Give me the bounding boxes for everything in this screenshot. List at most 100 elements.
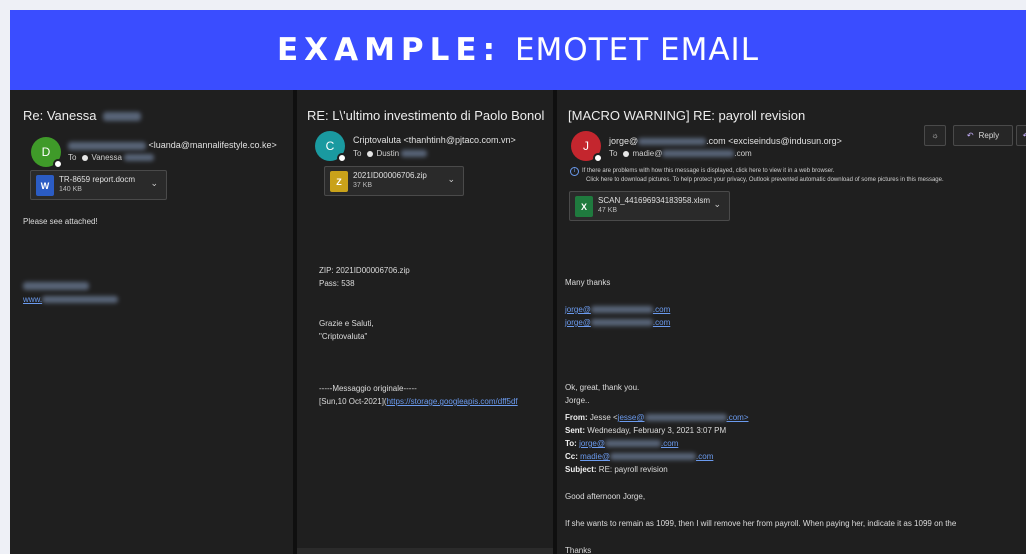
link-domain[interactable]: .com <box>653 318 670 327</box>
quoted-to-line: To: jorge@ .com <box>565 438 678 449</box>
info-line-2: Click here to download pictures. To help… <box>586 177 944 183</box>
info-icon: i <box>570 167 579 176</box>
cc-link[interactable]: madie@ <box>580 452 610 461</box>
info-bar[interactable]: i If there are problems with how this mes… <box>570 167 944 185</box>
sender-line[interactable]: Criptovaluta <thanhtinh@pjtaco.com.vn> <box>353 135 516 145</box>
redacted-text <box>638 138 707 146</box>
attachment-size: 140 KB <box>59 186 82 193</box>
original-message-header: -----Messaggio originale----- <box>319 384 417 393</box>
to-label: To: <box>565 439 577 448</box>
presence-dot-icon <box>623 150 630 157</box>
original-date: [Sun,10 Oct-2021]( <box>319 397 387 406</box>
redacted-text <box>103 112 142 122</box>
cc-label: Cc: <box>565 452 578 461</box>
attachment-name: TR-8659 report.docm <box>59 175 136 184</box>
banner-title-text: EMOTET EMAIL <box>514 32 759 68</box>
horizontal-scrollbar[interactable] <box>297 548 553 554</box>
word-docm-icon: W <box>36 175 54 196</box>
banner-title: EXAMPLE: EMOTET EMAIL <box>277 32 759 68</box>
recipient-name: madie@ <box>632 149 663 158</box>
redacted-text <box>23 281 89 290</box>
to-label: To <box>68 153 77 162</box>
link-user[interactable]: jorge@ <box>565 318 591 327</box>
redacted-text <box>42 296 119 304</box>
sent-label: Sent: <box>565 426 585 435</box>
redacted-text <box>124 154 155 162</box>
reply-label: Reply <box>978 131 1000 140</box>
sender-email: .com <exciseindus@indusun.org> <box>706 136 842 146</box>
sender-avatar[interactable]: C <box>315 131 347 163</box>
attachment-card[interactable]: Z 2021ID00006706.zip 37 KB ⌄ <box>324 166 464 196</box>
attachment-name: SCAN_441696934183958.xlsm <box>598 196 711 205</box>
reply-text: Ok, great, thank you. <box>565 383 640 392</box>
sender-avatar[interactable]: J <box>571 131 603 163</box>
sent-value: Wednesday, February 3, 2021 3:07 PM <box>587 426 727 435</box>
presence-dot-icon <box>367 150 374 157</box>
sender-line[interactable]: <luanda@mannalifestyle.co.ke> <box>68 140 277 150</box>
avatar-letter: J <box>583 139 589 153</box>
recipient-line: To madie@ .com <box>609 149 752 158</box>
body-text: If she wants to remain as 1099, then I w… <box>565 519 957 528</box>
presence-dot-icon <box>593 153 603 163</box>
quoted-subject-line: Subject: RE: payroll revision <box>565 464 668 475</box>
recipient-name: Vanessa <box>91 153 122 162</box>
attachment-name: 2021ID00006706.zip <box>353 171 427 180</box>
link-user[interactable]: jorge@ <box>565 305 591 314</box>
zip-name-text: ZIP: 2021ID00006706.zip <box>319 266 410 275</box>
signature-link-text[interactable]: www. <box>23 295 42 304</box>
subject-value: RE: payroll revision <box>598 465 668 474</box>
quoted-from-line: From: Jesse <jesse@ .com> <box>565 412 749 423</box>
to-domain[interactable]: .com <box>661 439 678 448</box>
info-line-1: If there are problems with how this mess… <box>582 168 835 174</box>
from-label: From: <box>565 413 588 422</box>
presence-dot-icon <box>82 154 89 161</box>
from-link[interactable]: jesse@ <box>618 413 645 422</box>
email-screenshots: Re: Vanessa D <luanda@mannalifestyle.co.… <box>10 90 1026 554</box>
signoff-text: "Criptovaluta" <box>319 332 368 341</box>
email-body-text: Please see attached! <box>23 217 98 226</box>
redacted-text <box>610 453 697 461</box>
email-subject: Re: Vanessa <box>23 108 142 123</box>
subject-label: Subject: <box>565 465 597 474</box>
redacted-text <box>401 150 428 158</box>
to-link[interactable]: jorge@ <box>579 439 605 448</box>
sender-line[interactable]: jorge@ .com <exciseindus@indusun.org> <box>609 136 842 146</box>
password-text: Pass: 538 <box>319 279 355 288</box>
presence-dot-icon <box>53 159 63 169</box>
signature-link[interactable]: www. <box>23 294 119 305</box>
slide-frame: EXAMPLE: EMOTET EMAIL Re: Vanessa D <luan… <box>0 0 1026 554</box>
from-domain[interactable]: .com> <box>727 413 749 422</box>
chevron-down-icon[interactable]: ⌄ <box>713 199 721 210</box>
redacted-text <box>68 141 146 150</box>
signature-link-1[interactable]: jorge@ .com <box>565 304 670 315</box>
zip-archive-icon: Z <box>330 171 348 192</box>
reply-icon: ↶ <box>966 131 974 140</box>
to-label: To <box>609 149 618 158</box>
link-domain[interactable]: .com <box>653 305 670 314</box>
email-pane-zip: RE: L\'ultimo investimento di Paolo Bono… <box>297 90 553 554</box>
presence-dot-icon <box>337 153 347 163</box>
avatar-letter: D <box>41 145 51 159</box>
redacted-text <box>644 414 727 422</box>
cc-domain[interactable]: .com <box>696 452 713 461</box>
sender-avatar[interactable]: D <box>31 137 63 169</box>
email-subject: [MACRO WARNING] RE: payroll revision <box>568 108 806 123</box>
reply-button[interactable]: ↶ Reply <box>953 125 1013 146</box>
cut-off-text: Thanks <box>565 546 592 554</box>
subject-text: Re: Vanessa <box>23 108 97 123</box>
chevron-down-icon[interactable]: ⌄ <box>150 178 158 189</box>
chevron-down-icon[interactable]: ⌄ <box>447 174 455 185</box>
sender-user: jorge@ <box>609 136 639 146</box>
attachment-card[interactable]: W TR-8659 report.docm 140 KB ⌄ <box>30 170 167 200</box>
recipient-line: To Vanessa <box>68 153 155 162</box>
excel-xlsm-icon: X <box>575 196 593 217</box>
attachment-card[interactable]: X SCAN_441696934183958.xlsm 47 KB ⌄ <box>569 191 730 221</box>
reply-all-button[interactable]: ↶ <box>1016 125 1026 146</box>
sun-icon[interactable]: ☼ <box>924 125 946 146</box>
malicious-link[interactable]: https://storage.googleapis.com/dff5df <box>387 397 518 406</box>
signature-link-2[interactable]: jorge@ .com <box>565 317 670 328</box>
thanks-text: Many thanks <box>565 278 611 287</box>
recipient-line: To Dustin <box>353 149 428 158</box>
recipient-name: Dustin <box>376 149 400 158</box>
reply-signature: Jorge.. <box>565 396 590 405</box>
